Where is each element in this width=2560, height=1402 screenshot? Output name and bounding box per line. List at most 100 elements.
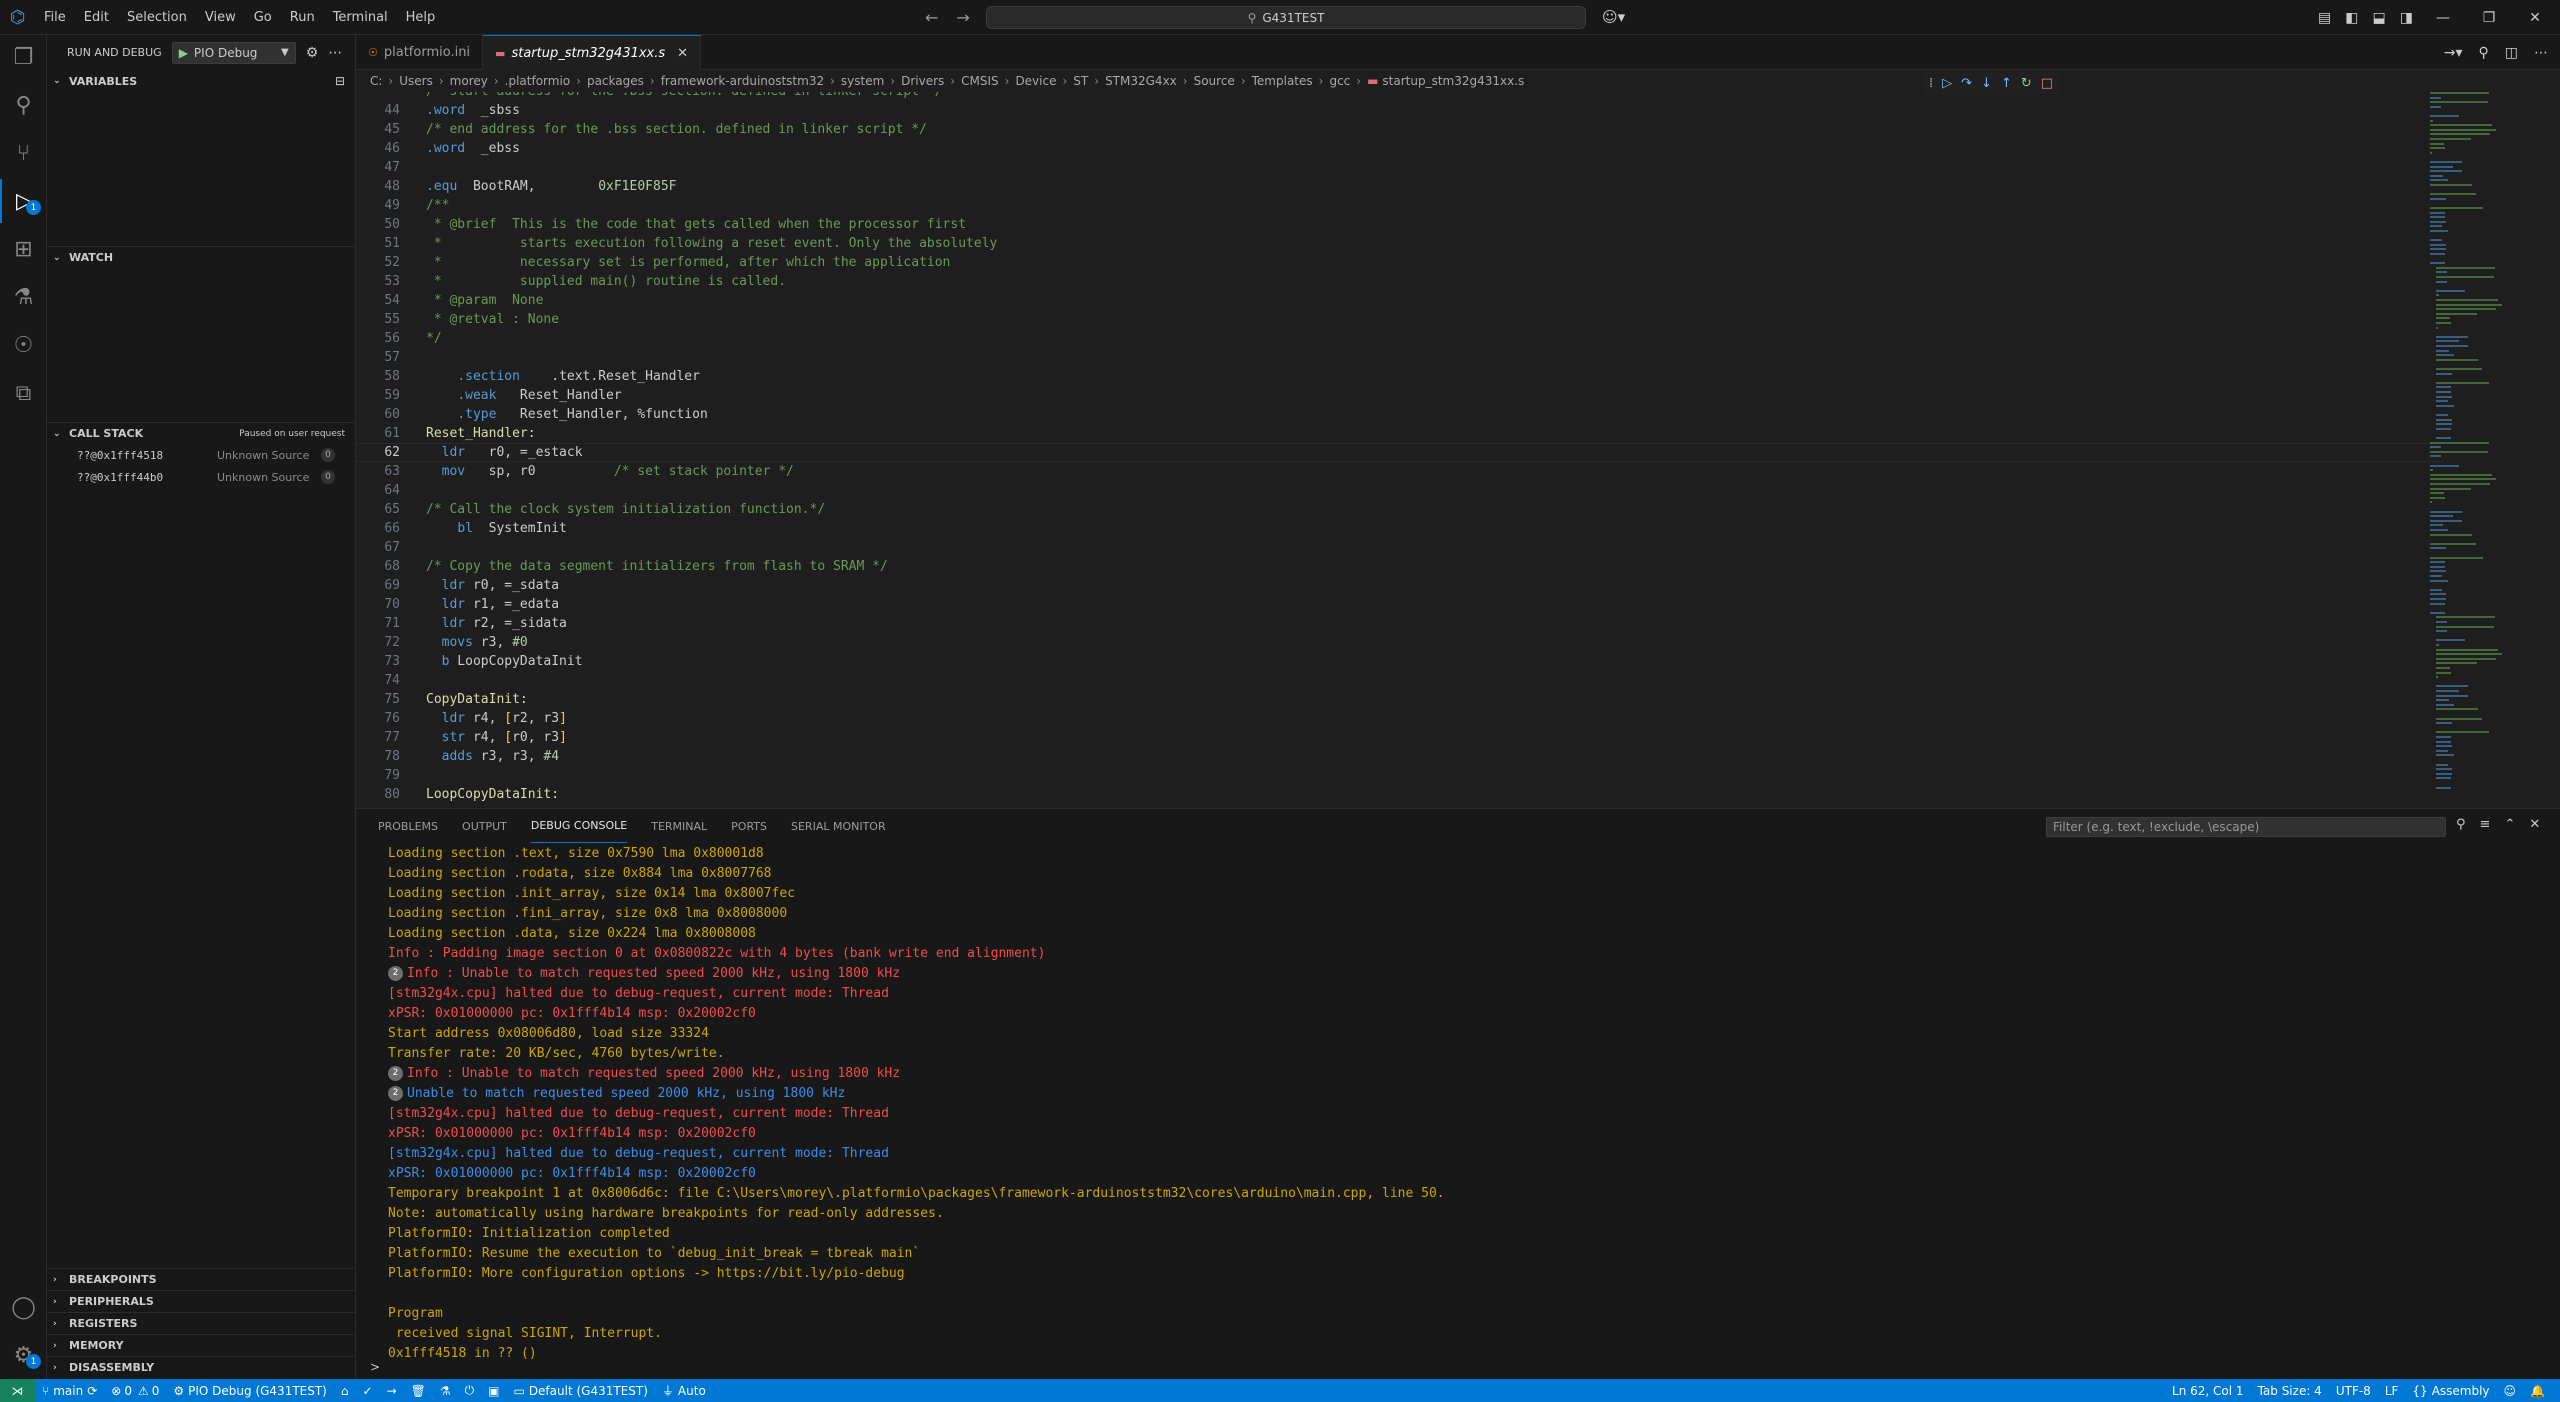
code-text[interactable]: .word _ebss <box>400 141 520 156</box>
code-text[interactable]: adds r3, r3, #4 <box>400 749 559 764</box>
line-number[interactable]: 80 <box>356 787 400 802</box>
code-line[interactable]: 60 .type Reset_Handler, %function <box>356 405 2444 424</box>
branch-status[interactable]: ⑂ main ⟳ <box>35 1379 104 1402</box>
customize-layout-icon[interactable]: ▤ <box>2318 10 2331 26</box>
terminal-icon[interactable]: ▣ <box>481 1379 506 1402</box>
breadcrumb-item[interactable]: packages <box>587 74 644 88</box>
problems-status[interactable]: ⊗ 0 ⚠ 0 <box>104 1379 166 1402</box>
code-line[interactable]: 78 adds r3, r3, #4 <box>356 747 2444 766</box>
collapse-all-icon[interactable]: ⊟ <box>335 74 345 88</box>
breadcrumb-item[interactable]: Users <box>399 74 433 88</box>
code-line[interactable]: 45/* end address for the .bss section. d… <box>356 120 2444 139</box>
code-line[interactable]: 77 str r4, [r0, r3] <box>356 728 2444 747</box>
breadcrumb-item[interactable]: system <box>841 74 884 88</box>
code-line[interactable]: 44 .word _sbss <box>356 101 2444 120</box>
line-number[interactable]: 74 <box>356 673 400 688</box>
code-text[interactable]: .equ BootRAM, 0xF1E0F85F <box>400 179 676 194</box>
breadcrumb-item[interactable]: CMSIS <box>961 74 999 88</box>
line-number[interactable]: 70 <box>356 597 400 612</box>
toggle-secondary-sidebar-icon[interactable]: ◨ <box>2400 10 2413 26</box>
back-arrow-icon[interactable]: ← <box>925 8 938 27</box>
menu-edit[interactable]: Edit <box>75 0 118 35</box>
line-number[interactable]: 68 <box>356 559 400 574</box>
section-watch[interactable]: ⌄ WATCH <box>47 246 355 268</box>
language-mode[interactable]: {} Assembly <box>2405 1379 2496 1402</box>
code-line[interactable]: 53 * supplied main() routine is called. <box>356 272 2444 291</box>
code-text[interactable]: /* end address for the .bss section. def… <box>400 122 927 137</box>
forward-arrow-icon[interactable]: → <box>956 8 969 27</box>
menu-file[interactable]: File <box>35 0 75 35</box>
source-control-icon[interactable]: ⑂ <box>0 131 47 175</box>
code-text[interactable]: b LoopCopyDataInit <box>400 654 583 669</box>
tab-output[interactable]: OUTPUT <box>462 811 507 843</box>
line-number[interactable]: 53 <box>356 274 400 289</box>
menu-help[interactable]: Help <box>397 0 445 35</box>
debug-status[interactable]: ⚙ PIO Debug (G431TEST) <box>166 1379 334 1402</box>
line-number[interactable]: 64 <box>356 483 400 498</box>
copilot-icon[interactable]: ☺▾ <box>1602 8 1625 26</box>
code-text[interactable]: * @retval : None <box>400 312 559 327</box>
restore-icon[interactable]: ❐ <box>2466 10 2512 26</box>
tab-debug-console[interactable]: DEBUG CONSOLE <box>530 810 628 843</box>
code-text[interactable]: /* Copy the data segment initializers fr… <box>400 559 888 574</box>
close-icon[interactable]: ✕ <box>2512 10 2558 26</box>
line-number[interactable]: 57 <box>356 350 400 365</box>
code-text[interactable]: * @brief This is the code that gets call… <box>400 217 966 232</box>
code-line[interactable]: /* start address for the .bss section. d… <box>356 92 2444 101</box>
code-line[interactable]: 64 <box>356 481 2444 500</box>
code-line[interactable]: 49/** <box>356 196 2444 215</box>
code-line[interactable]: 69 ldr r0, =_sdata <box>356 576 2444 595</box>
section-breakpoints[interactable]: › BREAKPOINTS <box>47 1268 355 1290</box>
line-number[interactable]: 78 <box>356 749 400 764</box>
line-number[interactable]: 50 <box>356 217 400 232</box>
restart-icon[interactable]: ↻ <box>2021 76 2032 91</box>
breadcrumb-item[interactable]: framework-arduinoststm32 <box>661 74 824 88</box>
code-text[interactable]: .type Reset_Handler, %function <box>400 407 707 422</box>
more-actions-icon[interactable]: ⋯ <box>2534 45 2548 61</box>
breadcrumb-item[interactable]: C: <box>370 74 382 88</box>
menu-terminal[interactable]: Terminal <box>324 0 397 35</box>
close-tab-icon[interactable]: ✕ <box>677 46 688 61</box>
debug-settings-icon[interactable]: ⚙ <box>306 45 319 61</box>
eol[interactable]: LF <box>2378 1379 2406 1402</box>
code-line[interactable]: 56 */ <box>356 329 2444 348</box>
home-icon[interactable]: ⌂ <box>334 1379 356 1402</box>
python-icon[interactable]: ⧉ <box>0 371 47 415</box>
minimap[interactable] <box>2430 92 2548 808</box>
code-text[interactable]: .weak Reset_Handler <box>400 388 621 403</box>
callstack-frame[interactable]: ??@0x1fff4518 Unknown Source 0 <box>47 444 355 466</box>
code-text[interactable]: * supplied main() routine is called. <box>400 274 786 289</box>
line-number[interactable]: 77 <box>356 730 400 745</box>
minimize-icon[interactable]: — <box>2420 10 2466 26</box>
code-line[interactable]: 79 <box>356 766 2444 785</box>
test-icon[interactable]: ⚗ <box>433 1379 458 1402</box>
tab-problems[interactable]: PROBLEMS <box>378 811 438 843</box>
console-prompt[interactable]: > <box>370 1360 380 1374</box>
code-line[interactable]: 72 movs r3, #0 <box>356 633 2444 652</box>
line-number[interactable]: 56 <box>356 331 400 346</box>
code-line[interactable]: 67 <box>356 538 2444 557</box>
breadcrumb-item[interactable]: Templates <box>1252 74 1313 88</box>
arrow-right-icon[interactable]: →▾ <box>2444 45 2463 61</box>
breadcrumb-item[interactable]: Device <box>1015 74 1056 88</box>
testing-icon[interactable]: ⚗ <box>0 275 47 319</box>
code-text[interactable]: ldr r0, =_estack <box>400 445 583 460</box>
line-number[interactable]: 63 <box>356 464 400 479</box>
line-number[interactable]: 71 <box>356 616 400 631</box>
clean-icon[interactable]: 🗑 <box>404 1379 433 1402</box>
tab-startup-file[interactable]: ▬ startup_stm32g431xx.s ✕ <box>483 35 702 70</box>
code-text[interactable]: str r4, [r0, r3] <box>400 730 567 745</box>
line-number[interactable]: 46 <box>356 141 400 156</box>
line-number[interactable]: 75 <box>356 692 400 707</box>
breadcrumb-item[interactable]: gcc <box>1329 74 1350 88</box>
code-text[interactable]: ldr r0, =_sdata <box>400 578 559 593</box>
breadcrumb-item[interactable]: Drivers <box>901 74 944 88</box>
run-debug-icon[interactable]: ▷ 1 <box>0 179 47 223</box>
menu-run[interactable]: Run <box>281 0 324 35</box>
env-status[interactable]: ▭ Default (G431TEST) <box>506 1379 654 1402</box>
line-number[interactable]: 48 <box>356 179 400 194</box>
code-line[interactable]: 50 * @brief This is the code that gets c… <box>356 215 2444 234</box>
code-line[interactable]: 66 bl SystemInit <box>356 519 2444 538</box>
code-line[interactable]: 47 <box>356 158 2444 177</box>
code-text[interactable]: LoopCopyDataInit: <box>400 787 559 802</box>
